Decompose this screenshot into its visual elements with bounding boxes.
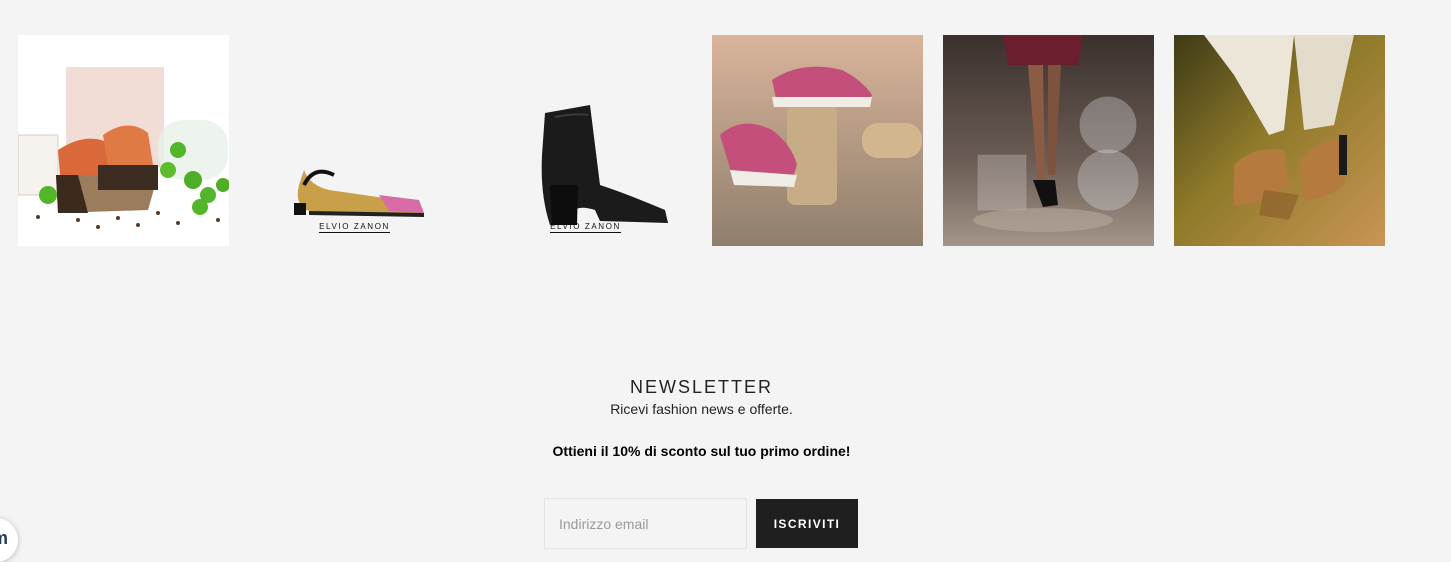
gallery-item-1[interactable] <box>18 35 229 246</box>
brand-label: ELVIO ZANON <box>319 222 390 233</box>
gallery-item-6[interactable] <box>1174 35 1385 246</box>
model-legs-glass-image <box>943 35 1154 246</box>
chat-glyph: m <box>0 528 8 549</box>
gallery-item-3[interactable]: ELVIO ZANON <box>480 35 691 246</box>
pink-sneakers-image <box>712 35 923 246</box>
black-ankle-boot-image <box>480 35 691 246</box>
subscribe-button[interactable]: ISCRIVITI <box>756 499 858 548</box>
brand-label: ELVIO ZANON <box>550 222 621 233</box>
gallery-item-4[interactable] <box>712 35 923 246</box>
gallery-item-5[interactable] <box>943 35 1154 246</box>
chat-bubble-icon[interactable]: m <box>0 518 18 562</box>
snakeskin-slingback-image <box>249 35 460 246</box>
sandal-packshot-image <box>18 35 229 246</box>
newsletter-offer: Ottieni il 10% di sconto sul tuo primo o… <box>552 443 851 459</box>
tan-mule-image <box>1174 35 1385 246</box>
gallery-item-2[interactable]: ELVIO ZANON <box>249 35 460 246</box>
newsletter-title: NEWSLETTER <box>629 376 773 397</box>
email-input[interactable] <box>544 498 747 549</box>
newsletter-subtitle: Ricevi fashion news e offerte. <box>610 401 793 417</box>
